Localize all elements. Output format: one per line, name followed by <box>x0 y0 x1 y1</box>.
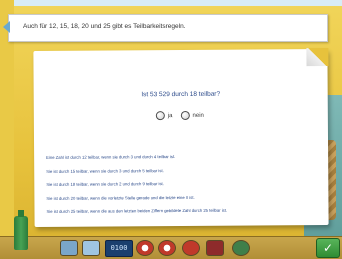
window-top-edge <box>0 0 342 6</box>
banner-text: Auch für 12, 15, 18, 20 und 25 gibt es T… <box>23 23 186 30</box>
app-stage: Auch für 12, 15, 18, 20 und 25 gibt es T… <box>0 0 342 259</box>
toolbar-icon-5[interactable] <box>182 240 200 256</box>
answer-label-ja: ja <box>167 112 173 119</box>
exercise-paper: Ist 53 529 durch 18 teilbar? ja nein Ein… <box>33 47 329 228</box>
toolbar-icon-6[interactable] <box>206 240 224 256</box>
divisibility-rules: Eine Zahl ist durch 12 teilbar, wenn sie… <box>46 153 316 222</box>
answer-option-nein[interactable]: nein <box>180 110 204 121</box>
clock-display: 0100 <box>105 240 133 257</box>
toolbar-icon-4[interactable] <box>158 240 176 256</box>
instruction-banner: Auch für 12, 15, 18, 20 und 25 gibt es T… <box>3 14 328 42</box>
answer-options: ja nein <box>155 110 204 121</box>
toolbar-icon-3[interactable] <box>136 240 154 256</box>
toolbar-icon-7[interactable] <box>232 240 250 256</box>
radio-ja[interactable] <box>155 111 165 121</box>
radio-nein[interactable] <box>180 110 190 121</box>
banner-arrow-icon <box>3 21 10 33</box>
rule-25: Sie ist durch 25 teilbar, wenn die aus d… <box>46 207 228 214</box>
bottle-icon[interactable] <box>14 210 28 250</box>
answer-label-nein: nein <box>192 112 204 119</box>
toolbar-icon-2[interactable] <box>82 240 100 256</box>
paper-corner-curl <box>306 47 329 67</box>
toolbar-icon-1[interactable] <box>60 240 78 256</box>
check-button[interactable]: ✓ <box>316 238 340 258</box>
answer-option-ja[interactable]: ja <box>155 111 173 121</box>
question-text: Ist 53 529 durch 18 teilbar? <box>141 90 221 99</box>
